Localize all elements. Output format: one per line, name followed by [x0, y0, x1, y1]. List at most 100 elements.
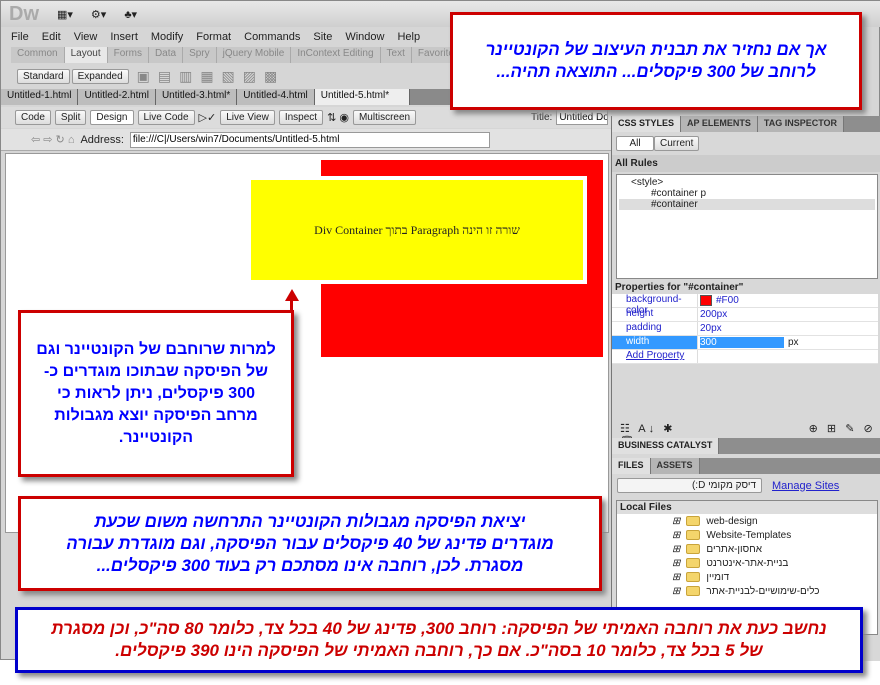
folder-icon — [686, 586, 701, 596]
rules-tree: <style> #container p #container — [616, 174, 878, 279]
title-label: Title: — [531, 111, 553, 123]
inspect-button[interactable]: Inspect — [278, 110, 324, 125]
file-item[interactable]: ⊞ בניית-אתר-אינטרנט — [617, 556, 877, 570]
menu-window[interactable]: Window — [345, 31, 384, 43]
validate-icon[interactable]: ▷✓ — [199, 111, 217, 124]
menu-format[interactable]: Format — [196, 31, 231, 43]
tab-common[interactable]: Common — [11, 47, 65, 63]
local-files-header: Local Files — [617, 501, 877, 514]
live-view-button[interactable]: Live View — [220, 110, 275, 125]
tab-files[interactable]: FILES — [612, 458, 651, 474]
standard-button[interactable]: Standard — [17, 68, 70, 84]
doc-tab-4[interactable]: Untitled-4.html — [237, 89, 315, 105]
tab-jquery-mobile[interactable]: jQuery Mobile — [217, 47, 292, 63]
menu-help[interactable]: Help — [397, 31, 420, 43]
paragraph[interactable]: שורה זו הינה Paragraph בתוך Div Containe… — [247, 176, 587, 284]
add-property-link[interactable]: Add Property — [612, 350, 697, 363]
tab-incontext[interactable]: InContext Editing — [291, 47, 381, 63]
unit-select[interactable]: px — [788, 337, 868, 348]
file-item[interactable]: ⊞ web-design — [617, 514, 877, 528]
tab-assets[interactable]: ASSETS — [650, 458, 700, 474]
doc-tab-1[interactable]: Untitled-1.html — [1, 89, 79, 105]
file-name: כלים-שימושיים-לבניית-אתר — [706, 585, 820, 597]
file-item[interactable]: ⊞ דומיין — [617, 570, 877, 584]
file-item[interactable]: ⊞ כלים-שימושיים-לבניית-אתר — [617, 584, 877, 598]
file-item[interactable]: ⊞ אחסון-אתרים — [617, 542, 877, 556]
tab-css-styles[interactable]: CSS STYLES — [612, 116, 682, 132]
address-input[interactable] — [129, 131, 490, 148]
live-code-button[interactable]: Live Code — [137, 110, 195, 125]
tab-text[interactable]: Text — [381, 47, 412, 63]
design-button[interactable]: Design — [90, 110, 134, 125]
manage-sites-link[interactable]: Manage Sites — [772, 480, 839, 492]
properties-table: background-color #F00 height 200px padding… — [612, 294, 878, 364]
rule-container[interactable]: #container — [619, 199, 875, 210]
dw-logo: Dw — [9, 2, 39, 25]
properties-title: Properties for "#container" — [615, 282, 744, 293]
nav-icons[interactable]: ⇦ ⇨ ↻ ⌂ — [31, 133, 74, 146]
business-catalyst-bar: BUSINESS CATALYST — [612, 438, 880, 454]
split-button[interactable]: Split — [54, 110, 87, 125]
folder-icon — [686, 544, 701, 554]
site-select[interactable]: דיסק מקומי D:) — [617, 478, 762, 493]
file-name: בניית-אתר-אינטרנט — [706, 557, 789, 569]
tab-data[interactable]: Data — [149, 47, 184, 63]
globe-icon[interactable]: ⇅ ◉ — [327, 111, 349, 124]
code-button[interactable]: Code — [15, 110, 51, 125]
address-label: Address: — [80, 133, 124, 146]
menu-commands[interactable]: Commands — [244, 31, 300, 43]
css-mode: All Current — [612, 132, 880, 155]
doc-tab-5[interactable]: Untitled-5.html* — [314, 89, 410, 105]
files-tabs: FILES ASSETS — [612, 458, 880, 474]
multiscreen-button[interactable]: Multiscreen — [352, 110, 417, 125]
all-button[interactable]: All — [616, 136, 654, 151]
document-toolbar: Code Split Design Live Code ▷✓ Live View… — [1, 107, 611, 128]
rule-style[interactable]: <style> — [619, 177, 875, 188]
css-styles-panel: CSS STYLES AP ELEMENTS TAG INSPECTOR All… — [611, 116, 880, 661]
menu-file[interactable]: File — [11, 31, 29, 43]
site-icon[interactable]: ♣▾ — [124, 8, 137, 21]
folder-icon — [686, 516, 701, 526]
color-swatch[interactable] — [700, 295, 712, 306]
expanded-button[interactable]: Expanded — [71, 68, 129, 84]
current-button[interactable]: Current — [654, 136, 700, 151]
tab-ap-elements[interactable]: AP ELEMENTS — [681, 116, 758, 132]
address-bar: ⇦ ⇨ ↻ ⌂ Address: — [1, 129, 611, 151]
insert-div-icon[interactable]: ▣▤▥▦▧▨▩ — [137, 68, 286, 85]
menu-insert[interactable]: Insert — [110, 31, 138, 43]
prop-row[interactable]: padding 20px — [612, 322, 878, 336]
menu-site[interactable]: Site — [313, 31, 332, 43]
file-name: אחסון-אתרים — [706, 543, 763, 555]
tab-business-catalyst[interactable]: BUSINESS CATALYST — [612, 438, 720, 454]
prop-name: padding — [626, 322, 662, 333]
prop-name: height — [626, 308, 654, 319]
tab-spry[interactable]: Spry — [183, 47, 217, 63]
title-input[interactable] — [556, 109, 609, 125]
gear-icon[interactable]: ⚙▾ — [91, 8, 106, 21]
prop-value: 20px — [697, 322, 878, 335]
rule-container-p[interactable]: #container p — [619, 188, 875, 199]
doc-tab-3[interactable]: Untitled-3.html* — [155, 89, 238, 105]
prop-row[interactable]: width 300 px — [612, 336, 878, 350]
prop-value: #F00 — [716, 295, 739, 306]
callout-bottom: נחשב כעת את רוחבה האמיתי של הפיסקה: רוחב… — [15, 607, 863, 673]
tab-layout[interactable]: Layout — [64, 47, 108, 63]
menu-edit[interactable]: Edit — [42, 31, 61, 43]
folder-icon — [686, 558, 701, 568]
tab-tag-inspector[interactable]: TAG INSPECTOR — [757, 116, 845, 132]
prop-row[interactable]: height 200px — [612, 308, 878, 322]
prop-name: background-color — [626, 294, 682, 316]
file-item[interactable]: ⊞ Website-Templates — [617, 528, 877, 542]
doc-tab-2[interactable]: Untitled-2.html — [78, 89, 156, 105]
width-input[interactable]: 300 — [700, 337, 784, 348]
tab-forms[interactable]: Forms — [108, 47, 149, 63]
files-toolbar: דיסק מקומי D:) Manage Sites — [617, 478, 839, 493]
menu-modify[interactable]: Modify — [151, 31, 183, 43]
prop-row[interactable]: background-color #F00 — [612, 294, 878, 316]
all-rules-label: All Rules — [612, 155, 880, 172]
menu-view[interactable]: View — [74, 31, 98, 43]
layout-icon[interactable]: ▦▾ — [57, 8, 73, 21]
callout-left: למרות שרוחבם של הקונטיינר וגם של הפיסקה … — [18, 310, 294, 477]
file-name: web-design — [706, 515, 758, 527]
prop-value: 200px — [697, 308, 878, 321]
